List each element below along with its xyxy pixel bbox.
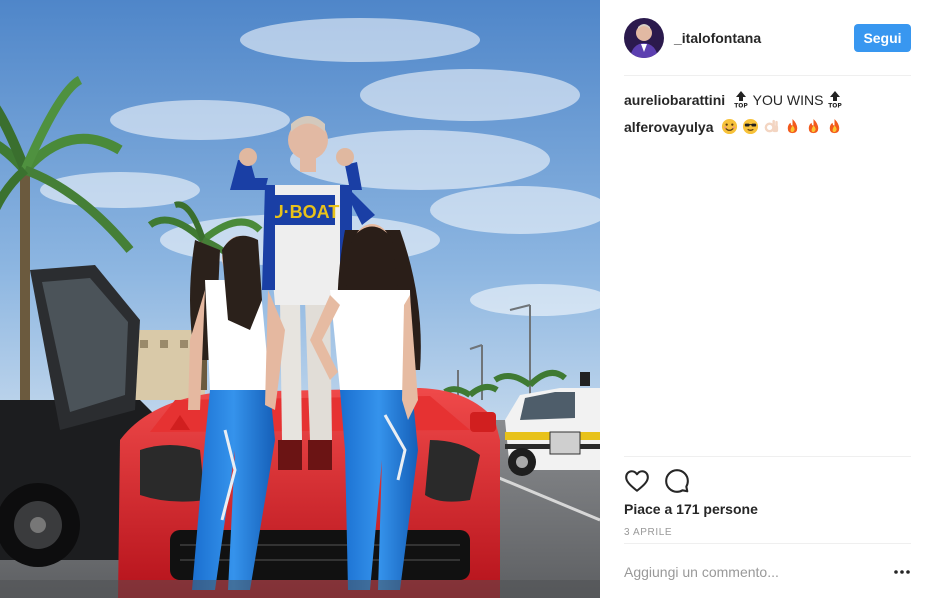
comment-username[interactable]: aureliobarattini bbox=[624, 92, 725, 108]
add-comment-section bbox=[624, 556, 911, 588]
avatar[interactable] bbox=[624, 18, 664, 58]
likes-count[interactable]: Piace a 171 persone bbox=[624, 501, 758, 517]
comment-list: aureliobarattini TOP YOU WINS TOP alfero… bbox=[624, 88, 911, 142]
comment-item: aureliobarattini TOP YOU WINS TOP bbox=[624, 88, 911, 115]
top-arrow-emoji-icon: TOP bbox=[827, 90, 843, 115]
avatar-image bbox=[624, 18, 664, 58]
post-side-panel: _italofontana Segui aureliobarattini TOP… bbox=[600, 0, 934, 598]
author-username[interactable]: _italofontana bbox=[674, 30, 761, 46]
photo-scene: U·BOAT bbox=[0, 0, 600, 598]
comment-username[interactable]: alferovayulya bbox=[624, 119, 714, 135]
post-actions: Piace a 171 persone 3 APRILE bbox=[624, 456, 911, 544]
top-arrow-emoji-icon: TOP bbox=[733, 90, 749, 115]
svg-text:TOP: TOP bbox=[734, 103, 748, 109]
follow-button[interactable]: Segui bbox=[854, 24, 911, 52]
comment-text: YOU WINS bbox=[752, 92, 824, 108]
svg-text:U·BOAT: U·BOAT bbox=[271, 202, 340, 222]
smiling-face-emoji-icon bbox=[721, 118, 738, 142]
fire-emoji-icon bbox=[805, 118, 822, 142]
fire-emoji-icon bbox=[784, 118, 801, 142]
comment-icon[interactable] bbox=[664, 468, 690, 494]
comment-input[interactable] bbox=[624, 560, 874, 584]
svg-text:TOP: TOP bbox=[829, 103, 843, 109]
sunglasses-face-emoji-icon bbox=[742, 118, 759, 142]
post-date[interactable]: 3 APRILE bbox=[624, 527, 672, 538]
more-options-icon[interactable] bbox=[893, 564, 911, 580]
comment-item: alferovayulya bbox=[624, 115, 911, 142]
post-header: _italofontana Segui bbox=[624, 18, 911, 76]
ok-hand-emoji-icon bbox=[763, 118, 780, 142]
fire-emoji-icon bbox=[826, 118, 843, 142]
heart-icon[interactable] bbox=[624, 468, 650, 494]
post-photo[interactable]: U·BOAT bbox=[0, 0, 600, 598]
